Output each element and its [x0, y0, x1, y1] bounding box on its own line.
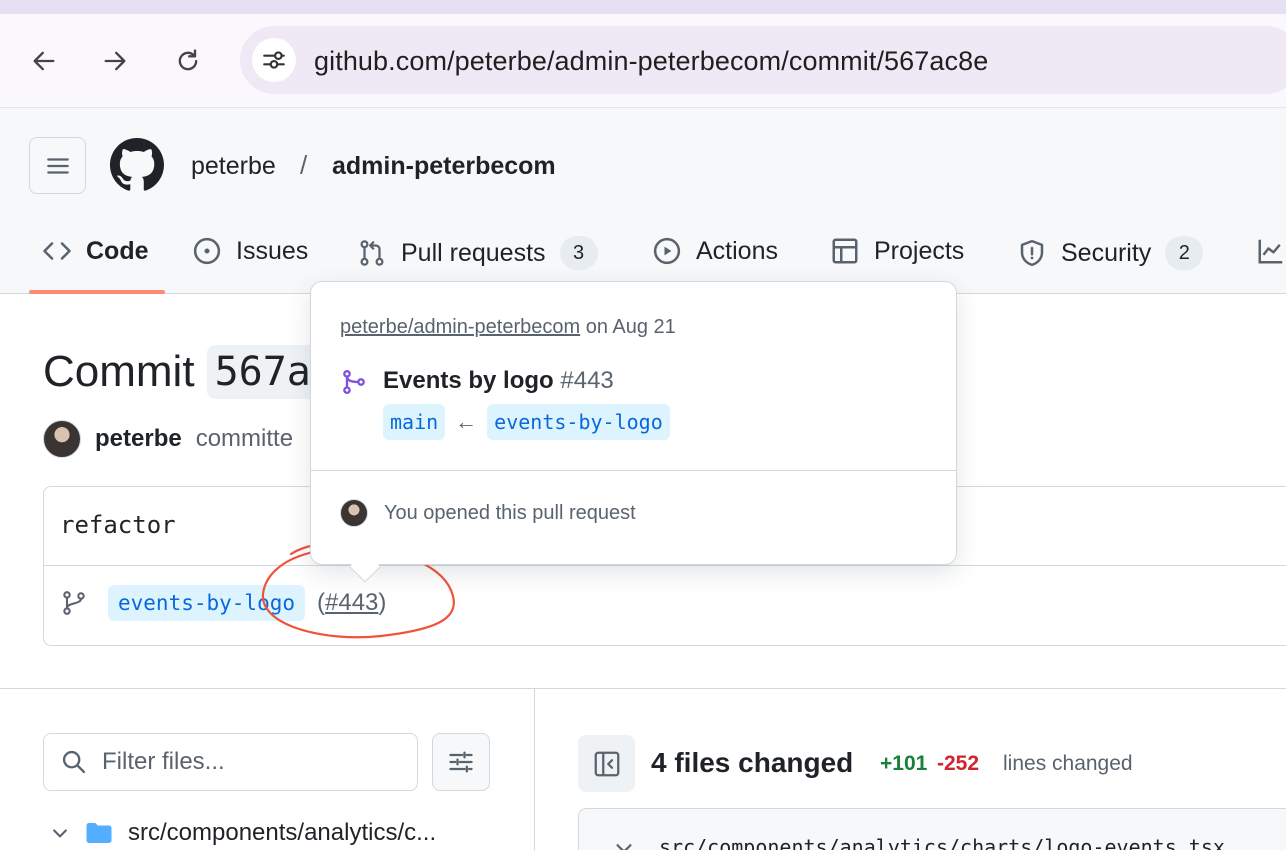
tab-label: Security: [1061, 238, 1152, 267]
window-top-strip: [0, 0, 1286, 14]
deletions-count: -252: [937, 752, 980, 775]
file-tree-folder[interactable]: src/components/analytics/c...: [50, 818, 436, 848]
files-changed-summary: 4 files changed: [651, 747, 854, 778]
git-pull-request-icon: [360, 240, 384, 266]
divider: [44, 565, 1286, 566]
divider: [534, 689, 535, 850]
owner-link[interactable]: peterbe: [191, 152, 276, 181]
graph-icon: [1258, 239, 1283, 264]
code-icon: [43, 242, 71, 260]
merge-arrow: ←: [455, 409, 478, 434]
tab-label: Issues: [236, 236, 309, 265]
avatar[interactable]: [43, 420, 81, 458]
hovercard-footer: You opened this pull request: [340, 499, 636, 527]
avatar: [340, 499, 368, 527]
tab-code[interactable]: Code: [42, 236, 149, 266]
commit-author-row: peterbe committe: [43, 420, 293, 458]
tab-security[interactable]: Security 2: [1017, 236, 1204, 270]
hamburger-icon: [46, 157, 69, 174]
path-separator: /: [300, 150, 308, 180]
url-text[interactable]: github.com/peterbe/admin-peterbecom/comm…: [314, 46, 988, 77]
tab-label: Code: [86, 236, 149, 265]
reload-icon: [178, 49, 198, 71]
browser-toolbar: github.com/peterbe/admin-peterbecom/comm…: [0, 14, 1286, 108]
repo-header: peterbe / admin-peterbecom Code Issues P…: [0, 108, 1286, 294]
hovercard-pr-title[interactable]: Events by logo: [383, 367, 554, 394]
additions-count: +101: [880, 752, 928, 775]
chevron-down-icon: [53, 829, 67, 838]
pull-request-hovercard: peterbe/admin-peterbecom on Aug 21 Event…: [310, 281, 957, 565]
hovercard-branches: main ← events-by-logo: [383, 404, 670, 440]
tune-icon: [263, 51, 285, 69]
sliders-icon: [449, 751, 473, 773]
play-icon: [653, 237, 681, 265]
security-counter: 2: [1165, 236, 1204, 270]
tab-label: Projects: [874, 236, 965, 265]
git-branch-icon: [63, 591, 85, 615]
folder-name: src/components/analytics/c...: [128, 819, 437, 846]
hovercard-pr-number: #443: [560, 367, 614, 394]
filter-options-button[interactable]: [432, 733, 490, 791]
author-link[interactable]: peterbe: [95, 425, 182, 453]
commit-action-text: committe: [195, 425, 294, 452]
menu-button[interactable]: [29, 137, 86, 194]
table-icon: [832, 238, 858, 264]
forward-button[interactable]: [98, 44, 132, 78]
folder-icon: [86, 823, 112, 843]
address-bar[interactable]: github.com/peterbe/admin-peterbecom/comm…: [240, 26, 1286, 94]
hovercard-title[interactable]: Events by logo #443: [383, 367, 614, 395]
commit-sha[interactable]: 567a: [206, 345, 319, 399]
back-button[interactable]: [27, 44, 61, 78]
tab-projects[interactable]: Projects: [830, 236, 964, 266]
tab-label: Pull requests: [401, 238, 546, 267]
repo-link[interactable]: admin-peterbecom: [332, 152, 556, 181]
commit-title: Commit 567a: [43, 345, 319, 399]
hovercard-meta: peterbe/admin-peterbecom on Aug 21: [340, 316, 676, 339]
tab-pull-requests[interactable]: Pull requests 3: [357, 236, 598, 270]
pull-requests-counter: 3: [559, 236, 598, 270]
selected-tab-indicator: [29, 290, 165, 294]
hovercard-footer-text: You opened this pull request: [384, 501, 636, 524]
divider: [0, 688, 1286, 689]
issue-opened-icon: [193, 237, 221, 265]
filter-files-field[interactable]: [102, 748, 402, 776]
lines-changed-label: lines changed: [1003, 752, 1133, 775]
filter-files-input[interactable]: [43, 733, 418, 791]
arrow-right-icon: [104, 51, 126, 71]
shield-icon: [1020, 239, 1044, 267]
github-mark-icon: [110, 138, 164, 191]
file-diff-header[interactable]: src/components/analytics/charts/logo-eve…: [578, 808, 1286, 850]
file-path[interactable]: src/components/analytics/charts/logo-eve…: [659, 835, 1225, 850]
commit-message: refactor: [60, 511, 176, 539]
chevron-down-icon[interactable]: [613, 837, 635, 850]
head-branch-chip[interactable]: events-by-logo: [487, 404, 670, 440]
search-icon: [62, 750, 86, 774]
base-branch-chip[interactable]: main: [383, 404, 446, 440]
sidebar-collapse-icon: [594, 751, 619, 776]
hovercard-repo-link[interactable]: peterbe/admin-peterbecom: [340, 316, 580, 338]
toggle-file-tree-button[interactable]: [578, 735, 635, 792]
site-settings-button[interactable]: [252, 38, 296, 82]
tab-issues[interactable]: Issues: [192, 236, 308, 266]
tab-actions[interactable]: Actions: [652, 236, 778, 266]
tab-label: Actions: [696, 236, 778, 265]
reload-button[interactable]: [171, 44, 205, 78]
hovercard-date: on Aug 21: [580, 316, 676, 338]
github-logo[interactable]: [110, 138, 164, 197]
commit-title-prefix: Commit: [43, 347, 195, 396]
arrow-left-icon: [33, 51, 55, 71]
tab-insights[interactable]: [1256, 236, 1286, 266]
divider: [311, 470, 956, 471]
git-merge-icon: [343, 369, 365, 395]
